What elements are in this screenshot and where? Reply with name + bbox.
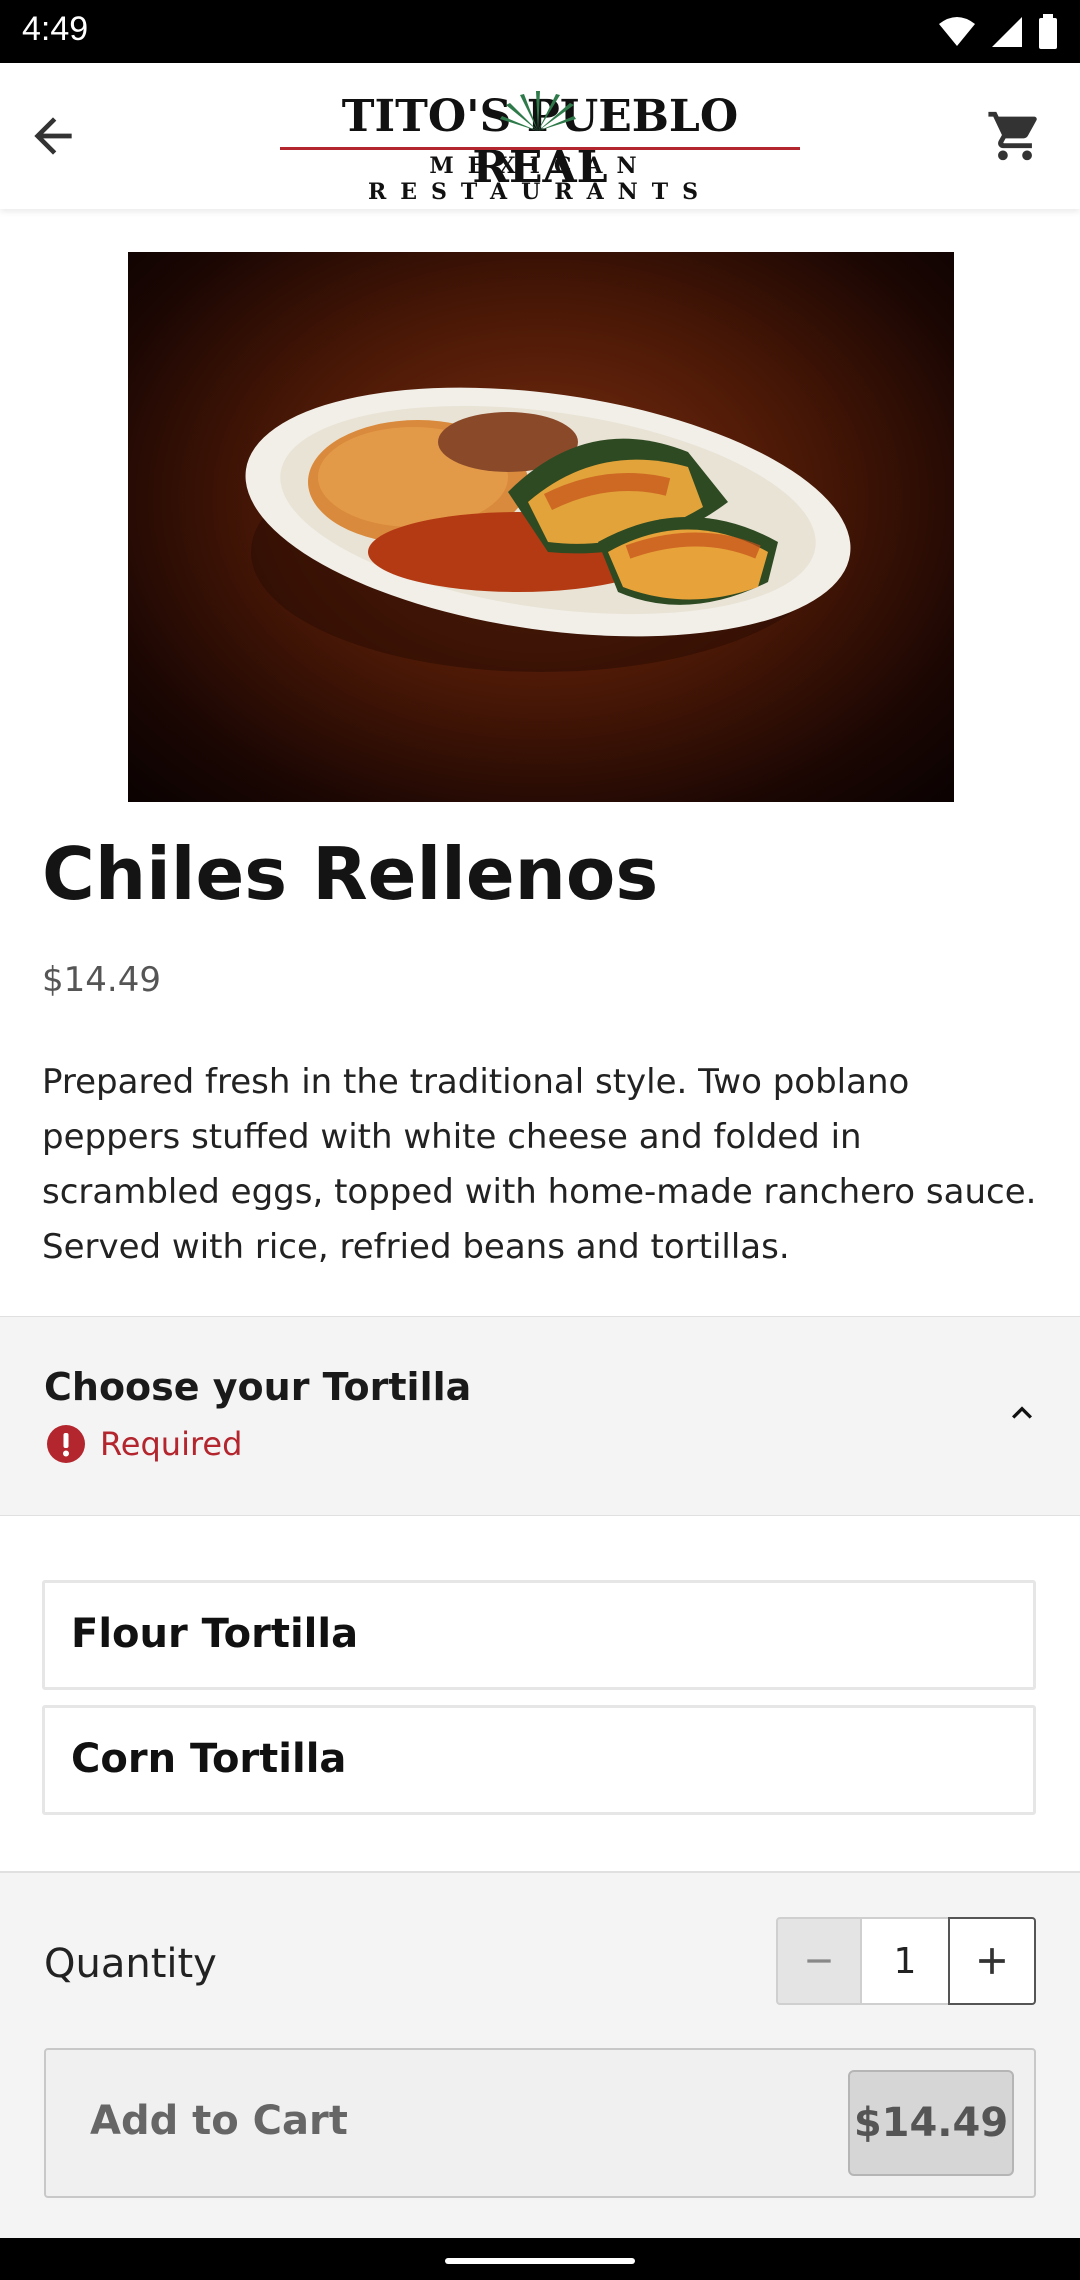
arrow-left-icon xyxy=(34,117,72,155)
required-indicator: Required xyxy=(46,1424,242,1464)
option-label: Flour Tortilla xyxy=(71,1611,359,1657)
decrease-quantity-button[interactable] xyxy=(776,1917,862,2005)
app-bar: TITO'S PUEBLO REAL MEXICAN RESTAURANTS xyxy=(0,63,1080,209)
tortilla-section-header[interactable]: Choose your Tortilla Required xyxy=(0,1316,1080,1516)
collapse-button[interactable] xyxy=(994,1385,1050,1441)
battery-icon xyxy=(1039,14,1057,49)
home-gesture-handle[interactable] xyxy=(445,2258,635,2264)
option-flour-tortilla[interactable]: Flour Tortilla xyxy=(42,1580,1036,1690)
shopping-cart-icon xyxy=(988,111,1037,161)
option-label: Corn Tortilla xyxy=(71,1736,347,1782)
restaurant-logo: TITO'S PUEBLO REAL MEXICAN RESTAURANTS xyxy=(280,91,800,205)
status-time: 4:49 xyxy=(22,10,89,48)
minus-icon xyxy=(807,1959,831,1963)
status-icons xyxy=(938,12,1058,52)
required-label: Required xyxy=(100,1425,243,1463)
section-title: Choose your Tortilla xyxy=(44,1365,472,1409)
quantity-stepper: 1 xyxy=(776,1917,1036,2005)
quantity-value: 1 xyxy=(862,1917,948,2005)
plus-icon xyxy=(979,1948,1005,1974)
logo-sub-text: MEXICAN RESTAURANTS xyxy=(367,153,713,205)
logo-rule xyxy=(280,147,800,150)
option-corn-tortilla[interactable]: Corn Tortilla xyxy=(42,1705,1036,1815)
add-to-cart-label: Add to Cart xyxy=(90,2098,348,2144)
wifi-icon xyxy=(939,17,975,46)
cart-button[interactable] xyxy=(980,101,1050,171)
order-panel: Quantity 1 Add to Cart $14.49 xyxy=(0,1871,1080,2240)
item-photo xyxy=(128,252,954,802)
system-nav-bar xyxy=(0,2238,1080,2280)
add-to-cart-button[interactable]: Add to Cart $14.49 xyxy=(44,2048,1036,2198)
signal-icon xyxy=(992,17,1022,47)
item-description: Prepared fresh in the traditional style.… xyxy=(42,1062,1037,1267)
agave-icon xyxy=(500,91,576,131)
increase-quantity-button[interactable] xyxy=(948,1917,1036,2005)
item-price: $14.49 xyxy=(42,960,161,1000)
back-button[interactable] xyxy=(18,101,88,171)
item-title: Chiles Rellenos xyxy=(42,832,659,916)
chevron-up-icon xyxy=(1012,1406,1032,1419)
add-to-cart-total: $14.49 xyxy=(848,2070,1014,2176)
error-icon xyxy=(47,1425,85,1463)
quantity-label: Quantity xyxy=(44,1941,217,1987)
status-bar: 4:49 xyxy=(0,0,1080,63)
